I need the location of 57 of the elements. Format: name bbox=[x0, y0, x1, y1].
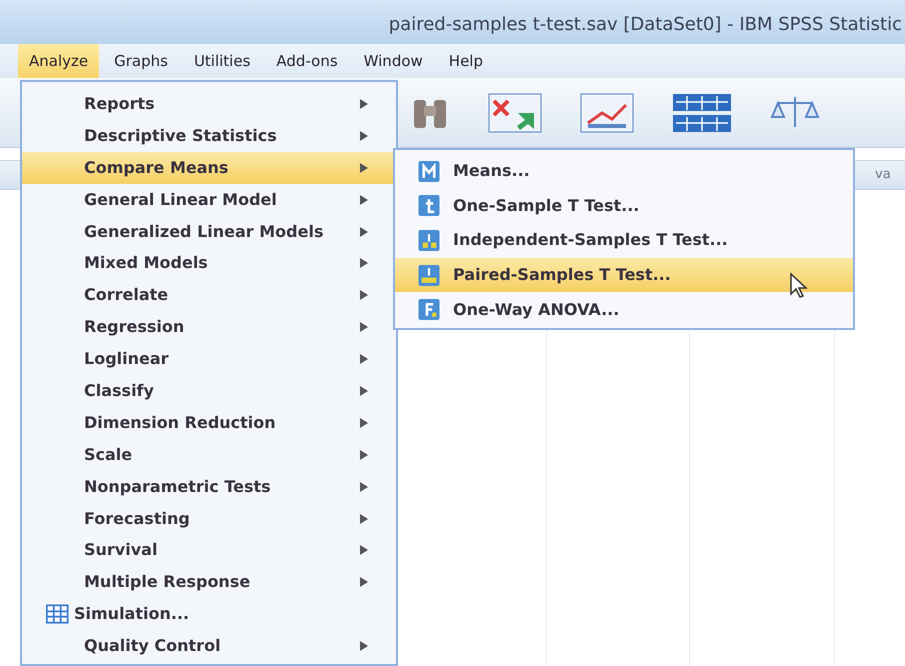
spreadsheet-icon[interactable] bbox=[488, 92, 542, 132]
window-title: paired-samples t-test.sav [DataSet0] - IBM SPSS Statistic bbox=[388, 13, 902, 37]
menu-item[interactable]: Regression bbox=[22, 311, 396, 344]
submenu-arrow-icon bbox=[360, 545, 368, 556]
menu-item[interactable]: Compare Means bbox=[22, 152, 396, 184]
menu-item[interactable]: Mixed Models bbox=[22, 247, 396, 280]
submenu-item[interactable]: One-Sample T Test... bbox=[395, 188, 853, 224]
test-icon bbox=[417, 264, 441, 286]
menu-bar-item[interactable]: Analyze bbox=[18, 44, 100, 78]
submenu-arrow-icon bbox=[360, 386, 368, 396]
menu-item[interactable]: Quality Control bbox=[22, 630, 396, 662]
column-header[interactable]: va bbox=[875, 165, 905, 185]
submenu-arrow-icon bbox=[360, 641, 368, 652]
menu-item[interactable]: Generalized Linear Models bbox=[22, 216, 396, 248]
submenu-arrow-icon bbox=[360, 226, 368, 236]
chart-icon[interactable] bbox=[580, 92, 634, 132]
submenu-item[interactable]: Paired-Samples T Test... bbox=[395, 258, 853, 292]
menu-item[interactable]: Simulation... bbox=[22, 598, 396, 630]
submenu-arrow-icon bbox=[360, 162, 368, 173]
submenu-arrow-icon bbox=[360, 577, 368, 588]
menu-item[interactable]: Correlate bbox=[22, 279, 396, 312]
cursor-icon bbox=[789, 272, 809, 298]
submenu-arrow-icon bbox=[360, 98, 368, 109]
menu-item[interactable]: General Linear Model bbox=[22, 184, 396, 216]
menu-item[interactable]: Dimension Reduction bbox=[22, 406, 396, 439]
menu-bar-item[interactable]: Utilities bbox=[182, 44, 262, 78]
submenu-arrow-icon bbox=[360, 514, 368, 524]
submenu-arrow-icon bbox=[360, 130, 368, 141]
submenu-arrow-icon bbox=[360, 322, 368, 332]
menu-bar-item[interactable]: Graphs bbox=[103, 44, 179, 78]
menu-item[interactable]: Classify bbox=[22, 375, 396, 407]
submenu-arrow-icon bbox=[360, 194, 368, 205]
submenu-item[interactable]: One-Way ANOVA... bbox=[395, 292, 853, 327]
test-icon bbox=[417, 299, 441, 320]
submenu-arrow-icon bbox=[360, 290, 368, 300]
submenu-arrow-icon bbox=[360, 258, 368, 268]
menu-item[interactable]: Loglinear bbox=[22, 343, 396, 376]
menu-item[interactable]: Survival bbox=[22, 534, 396, 566]
menu-bar-item[interactable]: Window bbox=[352, 44, 434, 78]
menu-item[interactable]: Descriptive Statistics bbox=[22, 120, 396, 152]
submenu-item[interactable]: Means... bbox=[395, 154, 853, 189]
submenu-arrow-icon bbox=[360, 418, 368, 428]
submenu-arrow-icon bbox=[360, 482, 368, 492]
menu-item[interactable]: Nonparametric Tests bbox=[22, 470, 396, 503]
test-icon bbox=[417, 160, 441, 182]
table-icon[interactable] bbox=[672, 92, 732, 132]
menu-item[interactable]: Multiple Response bbox=[22, 566, 396, 598]
menu-bar-item[interactable]: Help bbox=[438, 44, 494, 78]
menu-item[interactable]: Scale bbox=[22, 438, 396, 471]
test-icon bbox=[417, 195, 441, 216]
submenu-item[interactable]: Independent-Samples T Test... bbox=[395, 223, 853, 258]
menu-bar-item[interactable]: Add-ons bbox=[265, 44, 349, 78]
submenu-arrow-icon bbox=[360, 354, 368, 364]
test-icon bbox=[417, 230, 441, 251]
submenu-arrow-icon bbox=[360, 450, 368, 460]
menu-item[interactable]: Reports bbox=[22, 88, 396, 120]
menu-item[interactable]: Forecasting bbox=[22, 502, 396, 534]
